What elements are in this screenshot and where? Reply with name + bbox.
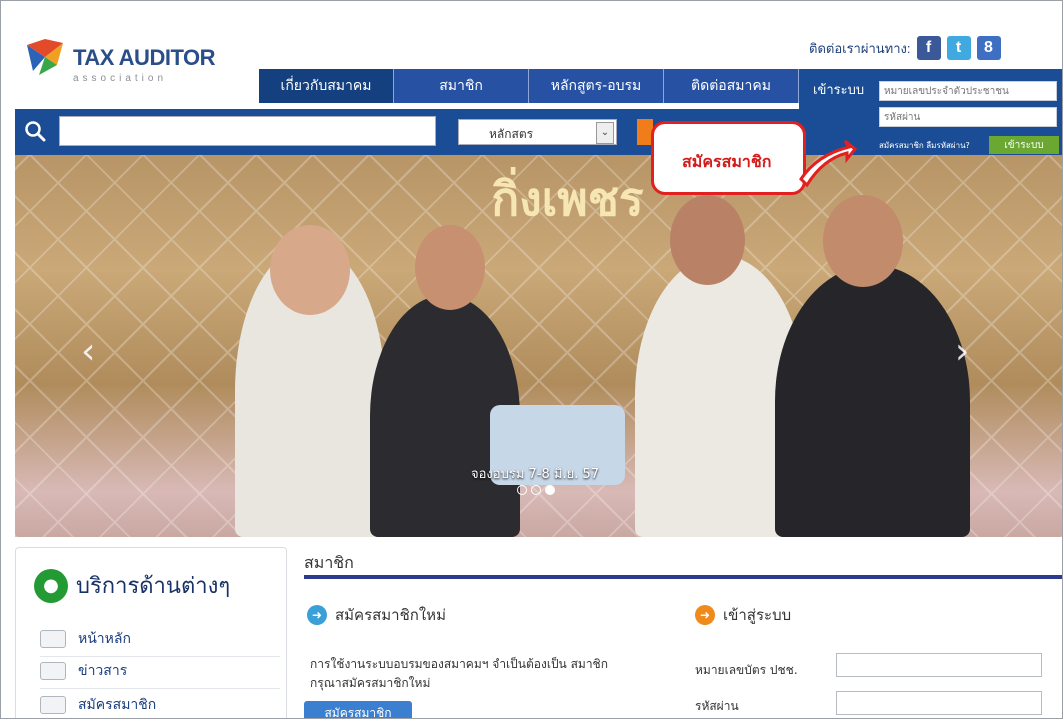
- nav-contact[interactable]: ติดต่อสมาคม: [664, 69, 799, 103]
- password-label: รหัสผ่าน: [695, 699, 739, 713]
- services-panel: ● บริการด้านต่างๆ หน้าหลัก ข่าวสาร สมัคร…: [15, 547, 287, 718]
- register-button[interactable]: สมัครสมาชิก: [304, 701, 412, 718]
- nav-courses[interactable]: หลักสูตร-อบรม: [529, 69, 664, 103]
- page-frame: TAX AUDITOR association ติดต่อเราผ่านทาง…: [0, 0, 1063, 719]
- slider-dot-2[interactable]: [531, 485, 541, 495]
- new-member-heading: ➜ สมัครสมาชิกใหม่: [307, 603, 446, 627]
- login-heading: ➜ เข้าสู่ระบบ: [695, 603, 791, 627]
- hero-sign: กิ่งเพชร: [491, 172, 644, 226]
- main-nav: เกี่ยวกับสมาคม สมาชิก หลักสูตร-อบรม ติดต…: [259, 69, 799, 103]
- user-icon: ●: [34, 568, 68, 603]
- course-select[interactable]: หลักสตร ⌄: [458, 119, 617, 145]
- service-item-register[interactable]: สมัครสมาชิก: [40, 694, 280, 718]
- password-field[interactable]: [836, 691, 1042, 715]
- chevron-down-icon: ⌄: [596, 122, 614, 144]
- person-2-head: [415, 225, 485, 310]
- logo-title: TAX AUDITOR: [73, 45, 215, 70]
- news-icon: [40, 662, 66, 680]
- slider-dot-3[interactable]: [545, 485, 555, 495]
- services-title: บริการด้านต่างๆ: [76, 574, 231, 599]
- citizen-id-input[interactable]: [879, 81, 1057, 101]
- search-input[interactable]: [59, 116, 436, 146]
- content-divider: [304, 575, 1062, 579]
- next-arrow-icon[interactable]: ›: [955, 331, 969, 372]
- login-title: เข้าระบบ: [813, 83, 865, 98]
- person-3-head: [670, 195, 745, 285]
- citizen-id-label: หมายเลขบัตร ปชช.: [695, 663, 798, 677]
- facebook-icon[interactable]: f: [916, 36, 941, 60]
- service-item-label: หน้าหลัก: [78, 631, 131, 647]
- content-title: สมาชิก: [304, 553, 354, 572]
- arrow-right-icon: ➜: [307, 605, 327, 625]
- service-item-home[interactable]: หน้าหลัก: [40, 628, 280, 657]
- logo-icon: [25, 37, 65, 77]
- arrow-right-icon: ➜: [695, 605, 715, 625]
- course-select-value: หลักสตร: [489, 127, 534, 141]
- nav-about[interactable]: เกี่ยวกับสมาคม: [259, 69, 394, 103]
- login-links[interactable]: สมัครสมาชิก ลืมรหัสผ่าน?: [879, 139, 970, 152]
- service-item-label: ข่าวสาร: [78, 663, 128, 679]
- members-icon: [40, 696, 66, 714]
- contact-label: ติดต่อเราผ่านทาง:: [809, 40, 911, 56]
- service-item-news[interactable]: ข่าวสาร: [40, 660, 280, 689]
- googleplus-icon[interactable]: 8: [976, 36, 1001, 60]
- social-links: ติดต่อเราผ่านทาง: f t 8: [809, 33, 1001, 63]
- hero-slider[interactable]: กิ่งเพชร ‹ › จองอบรม 7-8 มิ.ย. 57: [15, 155, 1062, 537]
- register-description: การใช้งานระบบอบรมของสมาคมฯ จำเป็นต้องเป็…: [310, 657, 608, 690]
- login-button[interactable]: เข้าระบบ: [989, 136, 1059, 154]
- slider-dot-1[interactable]: [517, 485, 527, 495]
- prev-arrow-icon[interactable]: ‹: [81, 331, 95, 372]
- hero-caption: จองอบรม 7-8 มิ.ย. 57: [471, 467, 600, 482]
- logo-subtitle: association: [73, 73, 168, 84]
- callout-text: สมัครสมาชิก: [682, 152, 772, 171]
- search-icon[interactable]: [23, 119, 47, 143]
- citizen-id-field[interactable]: [836, 653, 1042, 677]
- services-header: ● บริการด้านต่างๆ: [34, 568, 230, 603]
- person-1-head: [270, 225, 350, 315]
- person-4: [775, 265, 970, 537]
- service-item-label: สมัครสมาชิก: [78, 697, 157, 713]
- site-logo[interactable]: TAX AUDITOR association: [23, 35, 223, 95]
- twitter-icon[interactable]: t: [946, 36, 971, 60]
- person-4-head: [823, 195, 903, 287]
- callout-arrow-icon: [799, 139, 857, 188]
- login-heading-label: เข้าสู่ระบบ: [723, 606, 792, 624]
- nav-members[interactable]: สมาชิก: [394, 69, 529, 103]
- register-callout: สมัครสมาชิก: [651, 121, 806, 195]
- slider-dots: [517, 485, 555, 495]
- new-member-label: สมัครสมาชิกใหม่: [335, 606, 446, 624]
- password-input[interactable]: [879, 107, 1057, 127]
- home-icon: [40, 630, 66, 648]
